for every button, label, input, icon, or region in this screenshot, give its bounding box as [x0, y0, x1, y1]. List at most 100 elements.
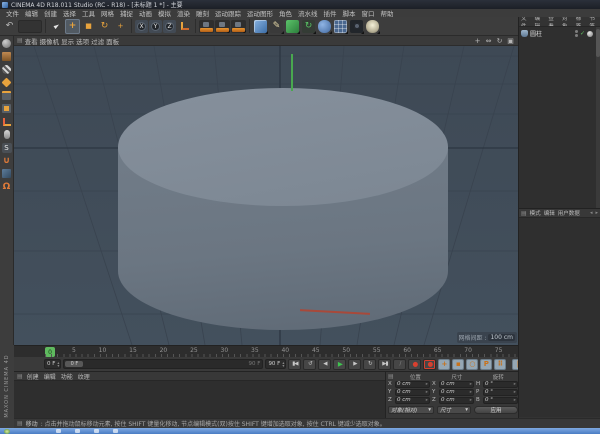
texture-mode-button[interactable] — [1, 64, 13, 75]
stepper-icons[interactable]: ▴▾ — [282, 360, 285, 368]
deformer-button[interactable]: ↻ — [301, 19, 316, 34]
attribute-menu-item[interactable]: 编辑 — [544, 209, 555, 217]
apply-button[interactable]: 应用 — [474, 406, 518, 414]
taskbar-app-icon[interactable] — [75, 429, 80, 433]
model-mode-button[interactable] — [1, 51, 13, 62]
last-tool-button[interactable]: + — [113, 19, 128, 34]
object-manager[interactable]: 圆柱 ✓ — [519, 26, 600, 208]
loop-button[interactable]: ↻ — [363, 359, 376, 370]
size-y-field[interactable]: 0 cm▸ — [439, 389, 474, 396]
object-manager-menu-item[interactable]: 查看 — [548, 17, 559, 26]
phong-tag-icon[interactable] — [587, 31, 593, 37]
viewport-menu-item[interactable]: 查看 — [25, 36, 38, 46]
frame-range-slider[interactable]: 0 F 90 F — [63, 359, 263, 369]
start-orb-icon[interactable] — [4, 429, 10, 434]
polygons-mode-button[interactable] — [1, 103, 13, 114]
attribute-menu-item[interactable]: 用户数据 — [558, 209, 580, 217]
spline-pen-button[interactable]: ✎ — [269, 19, 284, 34]
size-mode-select[interactable]: 尺寸▾ — [437, 406, 471, 414]
enable-axis-button[interactable] — [1, 116, 13, 127]
key-rotation-toggle[interactable]: ○ — [466, 359, 478, 370]
next-frame-button[interactable]: ▶ — [348, 359, 361, 370]
taskbar-app-icon[interactable] — [94, 429, 99, 433]
render-picture-viewer-button[interactable] — [215, 20, 230, 33]
position-z-field[interactable]: 0 cm▸ — [395, 397, 430, 404]
object-row-cylinder[interactable]: 圆柱 ✓ — [521, 29, 593, 38]
x-axis-lock-button[interactable]: X — [135, 20, 148, 33]
subdivision-surface-button[interactable] — [285, 19, 300, 34]
object-manager-scrollbar[interactable] — [596, 27, 600, 208]
goto-end-button[interactable]: ▶▮ — [378, 359, 391, 370]
record-key-button[interactable]: ∕ — [393, 359, 406, 370]
z-axis-lock-button[interactable]: Z — [163, 20, 176, 33]
y-axis-handle[interactable] — [291, 54, 293, 91]
camera-button[interactable] — [349, 19, 364, 34]
object-manager-menu-item[interactable]: 书签 — [589, 17, 600, 26]
cylinder-object-top[interactable] — [118, 88, 448, 206]
key-position-toggle[interactable]: + — [438, 359, 450, 370]
move-tool-button[interactable]: + — [65, 19, 80, 34]
pan-view-icon[interactable]: + — [473, 37, 482, 45]
light-button[interactable] — [365, 19, 380, 34]
edges-mode-button[interactable] — [1, 90, 13, 101]
timeline-ruler[interactable]: 0 51015202530354045505560657075808590 — [14, 345, 600, 357]
position-x-field[interactable]: 0 cm▸ — [395, 381, 430, 388]
environment-button[interactable] — [333, 19, 348, 34]
enabled-check-icon[interactable]: ✓ — [580, 30, 585, 37]
material-menu-item[interactable]: 编辑 — [44, 372, 56, 381]
make-editable-button[interactable] — [1, 38, 13, 49]
goto-start-button[interactable]: ▮◀ — [288, 359, 301, 370]
selection-tool-button[interactable]: ► — [49, 19, 64, 34]
end-frame-field[interactable]: 90 F ▴▾ — [265, 359, 286, 369]
record-button[interactable]: ● — [408, 359, 421, 370]
points-mode-button[interactable] — [1, 77, 13, 88]
render-settings-button[interactable] — [231, 20, 246, 33]
history-back-icon[interactable]: ◂ — [590, 210, 593, 216]
rotation-p-field[interactable]: 0 °▸ — [483, 389, 518, 396]
play-button[interactable]: ▶ — [333, 359, 346, 370]
key-parameter-toggle[interactable]: P — [480, 359, 492, 370]
attribute-menu-item[interactable]: 模式 — [530, 209, 541, 217]
object-name[interactable]: 圆柱 — [530, 29, 542, 38]
lock-workplane-button[interactable]: Ω — [1, 181, 13, 192]
coordinate-system-button[interactable] — [177, 19, 192, 34]
viewport-solo-button[interactable] — [1, 129, 13, 140]
material-menu-item[interactable]: 创建 — [27, 372, 39, 381]
taskbar-app-icon[interactable] — [56, 429, 61, 433]
viewport-menu-item[interactable]: 显示 — [61, 36, 74, 46]
viewport-menu-item[interactable]: 选项 — [76, 36, 89, 46]
material-menu-item[interactable]: 纹理 — [78, 372, 90, 381]
visibility-dots-icon[interactable] — [575, 30, 578, 37]
render-view-button[interactable] — [199, 20, 214, 33]
key-pla-toggle[interactable]: ⠿ — [494, 359, 506, 370]
key-scale-toggle[interactable]: ▪ — [452, 359, 464, 370]
toggle-view-icon[interactable]: ▣ — [506, 37, 515, 45]
size-z-field[interactable]: 0 cm▸ — [439, 397, 474, 404]
rotation-h-field[interactable]: 0 °▸ — [483, 381, 518, 388]
undo-button[interactable]: ↶ — [2, 19, 17, 34]
size-x-field[interactable]: 0 cm▸ — [439, 381, 474, 388]
autokey-button[interactable]: ● — [423, 359, 436, 370]
magnet-snap-button[interactable]: ∪ — [1, 155, 13, 166]
windows-taskbar[interactable] — [0, 428, 600, 434]
play-backwards-button[interactable]: ↺ — [303, 359, 316, 370]
object-manager-menu-item[interactable]: 对象 — [562, 17, 573, 26]
stepper-icons[interactable]: ▴▾ — [57, 360, 60, 368]
position-y-field[interactable]: 0 cm▸ — [395, 389, 430, 396]
viewport-menu-item[interactable]: 过滤 — [91, 36, 104, 46]
viewport-menu-item[interactable]: 摄像机 — [40, 36, 60, 46]
rotation-b-field[interactable]: 0 °▸ — [483, 397, 518, 404]
frame-slider-handle[interactable]: 0 F — [65, 361, 83, 367]
redo-slot[interactable] — [18, 20, 42, 33]
viewport-canvas[interactable]: 网格间距 : 100 cm — [14, 46, 518, 345]
history-forward-icon[interactable]: ▸ — [595, 210, 598, 216]
rotate-tool-button[interactable]: ↻ — [97, 19, 112, 34]
y-axis-lock-button[interactable]: Y — [149, 20, 162, 33]
workplane-mode-button[interactable] — [1, 168, 13, 179]
taskbar-app-icon[interactable] — [113, 429, 118, 433]
object-manager-menu-item[interactable]: 文件 — [521, 17, 532, 26]
object-manager-menu-item[interactable]: 编辑 — [535, 17, 546, 26]
scale-tool-button[interactable]: ■ — [81, 19, 96, 34]
material-menu-item[interactable]: 功能 — [61, 372, 73, 381]
volume-button[interactable] — [317, 19, 332, 34]
